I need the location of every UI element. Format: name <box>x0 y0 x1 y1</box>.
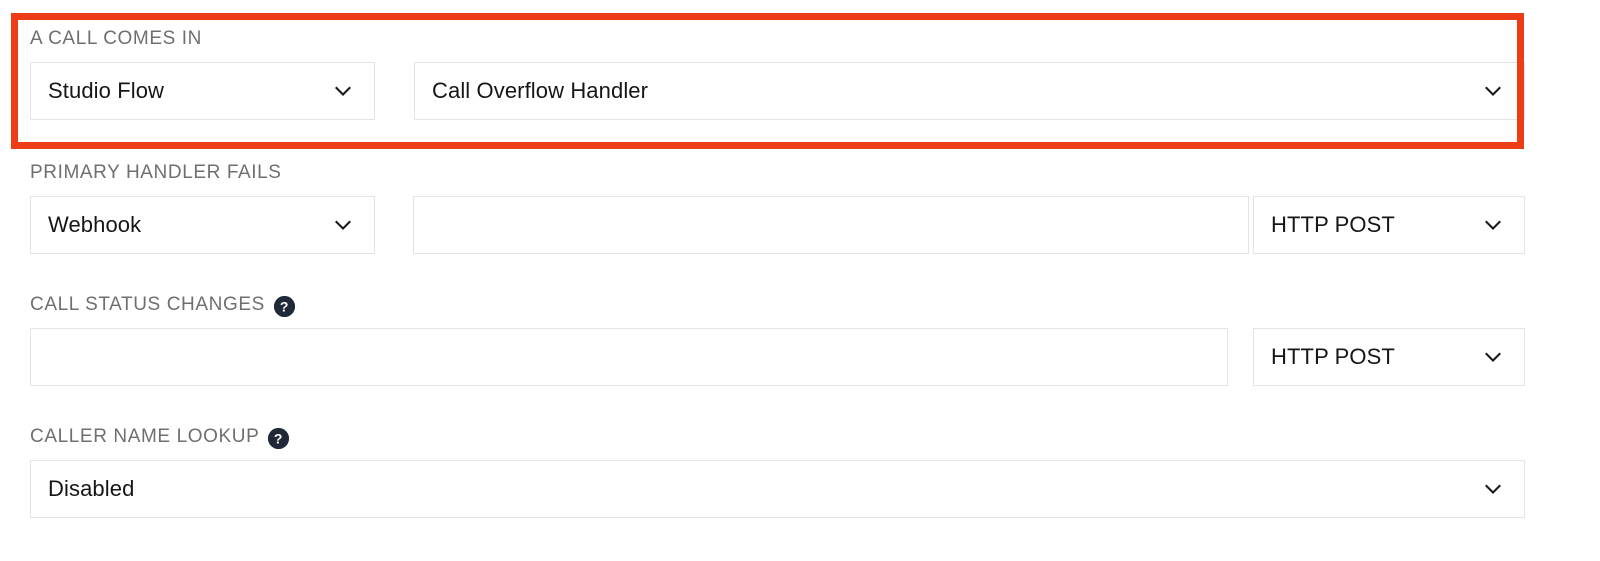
status-callback-http-method-select[interactable]: HTTP POST <box>1253 328 1525 386</box>
handler-type-select-a-call-comes-in[interactable]: Studio Flow <box>30 62 375 120</box>
label-call-status-changes: CALL STATUS CHANGES ? <box>30 292 1600 318</box>
section-caller-name-lookup: CALLER NAME LOOKUP ? Disabled <box>0 424 1600 518</box>
chevron-down-icon <box>1485 220 1501 230</box>
label-primary-handler-fails: PRIMARY HANDLER FAILS <box>30 160 1600 186</box>
studio-flow-value: Call Overflow Handler <box>432 78 649 103</box>
label-caller-name-lookup: CALLER NAME LOOKUP ? <box>30 424 1600 450</box>
label-text: A CALL COMES IN <box>30 28 202 49</box>
section-primary-handler-fails: PRIMARY HANDLER FAILS Webhook HTTP POST <box>0 160 1600 254</box>
help-circle-glyph: ? <box>273 295 295 317</box>
controls-caller-name-lookup: Disabled <box>0 460 1600 518</box>
label-a-call-comes-in: A CALL COMES IN <box>30 26 1600 52</box>
fallback-handler-type-select[interactable]: Webhook <box>30 196 375 254</box>
chevron-down-icon <box>1485 484 1501 494</box>
controls-primary-handler-fails: Webhook HTTP POST <box>0 196 1600 254</box>
caller-name-lookup-select[interactable]: Disabled <box>30 460 1525 518</box>
chevron-down-icon <box>1485 86 1501 96</box>
fallback-http-method-value: HTTP POST <box>1271 212 1395 237</box>
fallback-http-method-select[interactable]: HTTP POST <box>1253 196 1525 254</box>
fallback-handler-type-value: Webhook <box>48 212 142 237</box>
voice-configuration-form: A CALL COMES IN Studio Flow Call Overflo… <box>0 0 1600 561</box>
help-circle-icon-call-status-changes[interactable]: ? <box>273 295 295 317</box>
chevron-down-icon <box>335 220 351 230</box>
svg-text:?: ? <box>274 430 283 446</box>
help-circle-glyph: ? <box>268 427 290 449</box>
status-callback-http-method-value: HTTP POST <box>1271 344 1395 369</box>
chevron-down-icon <box>1485 352 1501 362</box>
studio-flow-select[interactable]: Call Overflow Handler <box>414 62 1525 120</box>
section-a-call-comes-in: A CALL COMES IN Studio Flow Call Overflo… <box>0 26 1600 120</box>
handler-type-value: Studio Flow <box>48 78 165 103</box>
help-circle-icon-caller-name-lookup[interactable]: ? <box>268 427 290 449</box>
controls-call-status-changes: HTTP POST <box>0 328 1600 386</box>
label-text: CALL STATUS CHANGES <box>30 294 265 315</box>
status-callback-url-input[interactable] <box>30 328 1228 386</box>
chevron-down-icon <box>335 86 351 96</box>
label-text: PRIMARY HANDLER FAILS <box>30 162 282 183</box>
fallback-url-input[interactable] <box>413 196 1249 254</box>
section-call-status-changes: CALL STATUS CHANGES ? HTTP POST <box>0 292 1600 386</box>
controls-a-call-comes-in: Studio Flow Call Overflow Handler <box>0 62 1600 120</box>
label-text: CALLER NAME LOOKUP <box>30 426 260 447</box>
svg-text:?: ? <box>280 298 289 314</box>
caller-name-lookup-value: Disabled <box>48 476 135 501</box>
